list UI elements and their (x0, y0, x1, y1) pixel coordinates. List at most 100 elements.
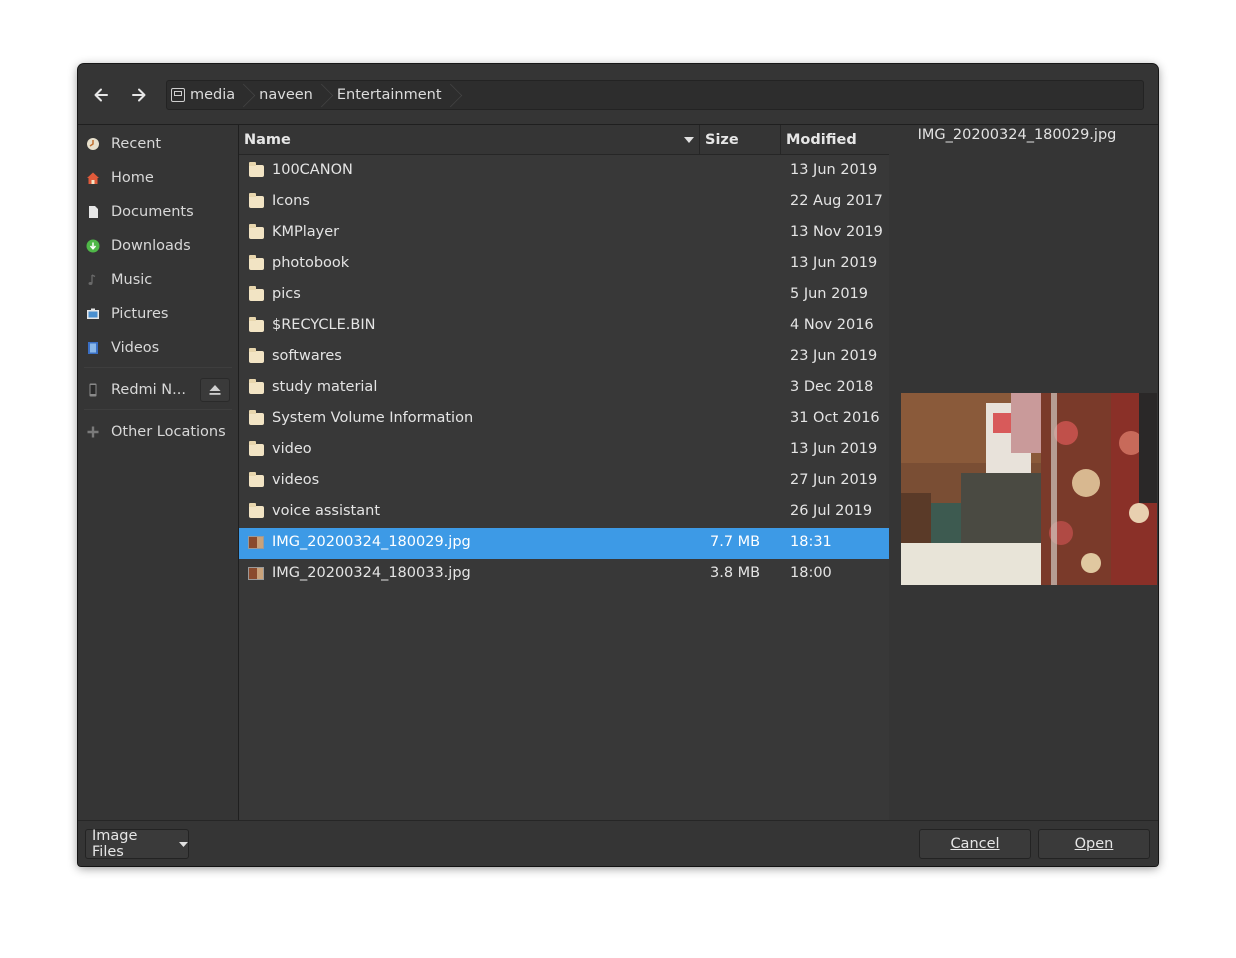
folder-row[interactable]: video 13 Jun 2019 (239, 435, 889, 466)
column-header-size[interactable]: Size (700, 125, 781, 155)
file-name: photobook (272, 255, 350, 271)
pictures-icon (87, 308, 99, 319)
sidebar-item-documents[interactable]: Documents (78, 195, 238, 229)
arrow-right-icon (132, 88, 146, 102)
sidebar-item-home[interactable]: Home (78, 161, 238, 195)
back-button[interactable] (86, 80, 116, 110)
open-label: Open (1074, 836, 1114, 852)
sidebar-item-label: Downloads (111, 238, 191, 254)
chevron-down-icon (179, 841, 188, 847)
file-name: $RECYCLE.BIN (272, 317, 376, 333)
drive-icon (171, 88, 185, 102)
folder-row[interactable]: pics 5 Jun 2019 (239, 280, 889, 311)
folder-icon (249, 193, 264, 208)
folder-row[interactable]: study material 3 Dec 2018 (239, 373, 889, 404)
forward-button[interactable] (124, 80, 154, 110)
file-modified: 31 Oct 2016 (790, 410, 880, 426)
file-modified: 13 Jun 2019 (790, 441, 878, 457)
column-header-label: Modified (786, 131, 857, 148)
column-header-name[interactable]: Name (239, 125, 700, 155)
music-icon (88, 274, 96, 285)
crumb-media[interactable]: media (167, 81, 249, 109)
file-modified: 13 Jun 2019 (790, 162, 878, 178)
folder-row[interactable]: 100CANON 13 Jun 2019 (239, 156, 889, 187)
file-name: IMG_20200324_180029.jpg (272, 534, 471, 550)
file-name: study material (272, 379, 378, 395)
file-modified: 22 Aug 2017 (790, 193, 883, 209)
folder-row[interactable]: Icons 22 Aug 2017 (239, 187, 889, 218)
file-name: voice assistant (272, 503, 381, 519)
folder-row[interactable]: photobook 13 Jun 2019 (239, 249, 889, 280)
home-icon (87, 172, 99, 184)
folder-row[interactable]: $RECYCLE.BIN 4 Nov 2016 (239, 311, 889, 342)
download-icon (86, 239, 100, 253)
phone-icon (89, 383, 97, 397)
folder-icon (249, 472, 264, 487)
file-modified: 13 Jun 2019 (790, 255, 878, 271)
sidebar-item-other-locations[interactable]: Other Locations (78, 415, 238, 449)
header-bar: media naveen Entertainment (78, 64, 1158, 125)
file-modified: 13 Nov 2019 (790, 224, 883, 240)
sidebar-item-pictures[interactable]: Pictures (78, 297, 238, 331)
sidebar-item-downloads[interactable]: Downloads (78, 229, 238, 263)
sidebar-separator (84, 409, 232, 410)
file-modified: 4 Nov 2016 (790, 317, 874, 333)
folder-icon (249, 410, 264, 425)
file-modified: 3 Dec 2018 (790, 379, 874, 395)
file-name: videos (272, 472, 320, 488)
column-header-modified[interactable]: Modified (781, 125, 889, 155)
preview-image (901, 393, 1157, 585)
crumb-naveen[interactable]: naveen (249, 81, 327, 109)
footer-bar: Image Files Cancel Open (78, 820, 1158, 866)
crumb-entertainment[interactable]: Entertainment (327, 81, 456, 109)
column-header-label: Name (244, 131, 291, 148)
folder-icon (249, 379, 264, 394)
folder-icon (249, 441, 264, 456)
folder-row[interactable]: voice assistant 26 Jul 2019 (239, 497, 889, 528)
crumb-label: Entertainment (336, 87, 442, 103)
file-type-filter[interactable]: Image Files (85, 828, 189, 860)
cancel-button[interactable]: Cancel (919, 829, 1031, 859)
folder-row[interactable]: softwares 23 Jun 2019 (239, 342, 889, 373)
folder-row[interactable]: videos 27 Jun 2019 (239, 466, 889, 497)
path-bar: media naveen Entertainment (166, 80, 1144, 110)
folder-icon (249, 348, 264, 363)
folder-icon (249, 162, 264, 177)
sidebar-item-music[interactable]: Music (78, 263, 238, 297)
cancel-label: Cancel (950, 836, 1000, 852)
document-icon (89, 206, 98, 218)
sidebar-item-label: Other Locations (111, 424, 226, 440)
folder-icon (249, 255, 264, 270)
sidebar-item-label: Videos (111, 340, 160, 356)
sidebar-item-videos[interactable]: Videos (78, 331, 238, 365)
file-row[interactable]: IMG_20200324_180033.jpg 3.8 MB 18:00 (239, 559, 889, 590)
arrow-left-icon (94, 88, 108, 102)
file-size: 7.7 MB (710, 534, 761, 550)
file-name: pics (272, 286, 301, 302)
image-file-icon (248, 536, 264, 549)
preview-filename: IMG_20200324_180029.jpg (917, 127, 1117, 143)
folder-icon (249, 503, 264, 518)
folder-icon (249, 224, 264, 239)
crumb-label: media (190, 87, 236, 103)
file-name: System Volume Information (272, 410, 474, 426)
open-button[interactable]: Open (1038, 829, 1150, 859)
file-row[interactable]: IMG_20200324_180029.jpg 7.7 MB 18:31 (239, 528, 889, 559)
file-name: Icons (272, 193, 310, 209)
folder-row[interactable]: System Volume Information 31 Oct 2016 (239, 404, 889, 435)
plus-icon (87, 426, 99, 438)
file-name: video (272, 441, 312, 457)
places-sidebar: Recent Home Documents Downloads Music Pi… (78, 125, 239, 820)
crumb-label: naveen (259, 87, 313, 103)
sidebar-item-label: Recent (111, 136, 162, 152)
file-modified: 18:00 (790, 565, 832, 581)
photo-thumbnail (901, 393, 1157, 585)
folder-row[interactable]: KMPlayer 13 Nov 2019 (239, 218, 889, 249)
sidebar-item-recent[interactable]: Recent (78, 127, 238, 161)
file-modified: 26 Jul 2019 (790, 503, 873, 519)
sort-down-icon (684, 137, 694, 143)
eject-button[interactable] (200, 378, 230, 402)
sidebar-item-label: Music (111, 272, 153, 288)
file-name: KMPlayer (272, 224, 340, 240)
recent-icon (87, 138, 99, 150)
